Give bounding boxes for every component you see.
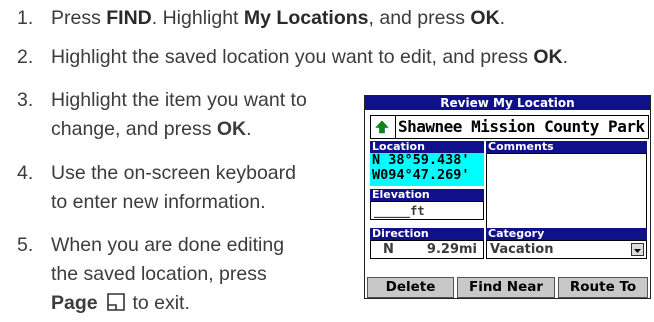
step-text: Highlight the item you want to (51, 89, 307, 111)
step-text: . (246, 118, 252, 140)
route-to-button[interactable]: Route To (558, 277, 648, 298)
step-text: the saved location, press (51, 263, 267, 285)
longitude: W094°47.269' (372, 167, 470, 183)
screen-title: Review My Location (365, 96, 650, 110)
step-text: Press (51, 7, 107, 29)
category-select[interactable]: Vacation (486, 240, 647, 259)
step-text: When you are done editing (51, 234, 285, 256)
menu-my-locations: My Locations (243, 7, 369, 29)
step-text: to exit. (127, 292, 190, 314)
step-number: 1. (17, 7, 34, 29)
location-name: Shawnee Mission County Park (398, 117, 645, 136)
elevation-header: Elevation (370, 189, 484, 201)
key-ok: OK (216, 118, 247, 140)
step-2: 2. Highlight the saved location you want … (17, 45, 568, 70)
latitude: N 38°59.438' (372, 152, 470, 168)
step-5-cont-2: Page to exit. (51, 291, 190, 319)
find-near-button[interactable]: Find Near (457, 277, 555, 298)
step-text: . Highlight (151, 7, 244, 29)
dropdown-arrow-icon[interactable] (631, 243, 644, 256)
step-text: , and press (368, 7, 471, 29)
elevation-field[interactable]: _____ft (370, 201, 484, 220)
step-text: Use the on-screen keyboard (51, 162, 296, 184)
step-text: . (562, 46, 569, 68)
step-1: 1. Press FIND. Highlight My Locations, an… (17, 6, 505, 31)
step-number: 5. (17, 234, 34, 256)
location-name-field[interactable]: Shawnee Mission County Park (370, 115, 649, 139)
direction-distance: 9.29mi (426, 242, 477, 257)
key-page: Page (51, 292, 98, 314)
step-text: change, and press (51, 118, 217, 140)
waypoint-symbol-button[interactable] (372, 117, 392, 137)
category-value: Vacation (490, 242, 554, 257)
step-4: 4. Use the on-screen keyboard (17, 161, 296, 186)
page-key-icon (105, 292, 127, 319)
category-header: Category (486, 228, 647, 240)
step-text: to enter new information. (51, 191, 266, 213)
step-number: 2. (17, 46, 34, 68)
step-5-cont: the saved location, press (51, 262, 267, 287)
direction-compass: N (383, 242, 394, 257)
step-3: 3. Highlight the item you want to (17, 88, 307, 113)
key-ok: OK (470, 7, 500, 29)
comments-header: Comments (486, 141, 647, 153)
divider (395, 116, 396, 138)
key-find: FIND (106, 7, 152, 29)
gps-screen: Review My Location Shawnee Mission Count… (364, 95, 651, 299)
coordinates-field[interactable]: N 38°59.438' W094°47.269' (370, 153, 484, 186)
step-number: 4. (17, 162, 34, 184)
key-ok: OK (533, 46, 563, 68)
step-4-cont: to enter new information. (51, 190, 266, 215)
step-text: Highlight the saved location you want to… (51, 46, 534, 68)
direction-field: N 9.29mi (370, 240, 484, 259)
step-3-cont: change, and press OK. (51, 117, 252, 142)
direction-header: Direction (370, 228, 484, 240)
step-text: . (499, 7, 506, 29)
green-arrow-icon (375, 120, 389, 134)
elevation-value: _____ft (374, 204, 425, 218)
delete-button[interactable]: Delete (367, 277, 454, 298)
step-number: 3. (17, 89, 34, 111)
step-5: 5. When you are done editing (17, 233, 284, 258)
